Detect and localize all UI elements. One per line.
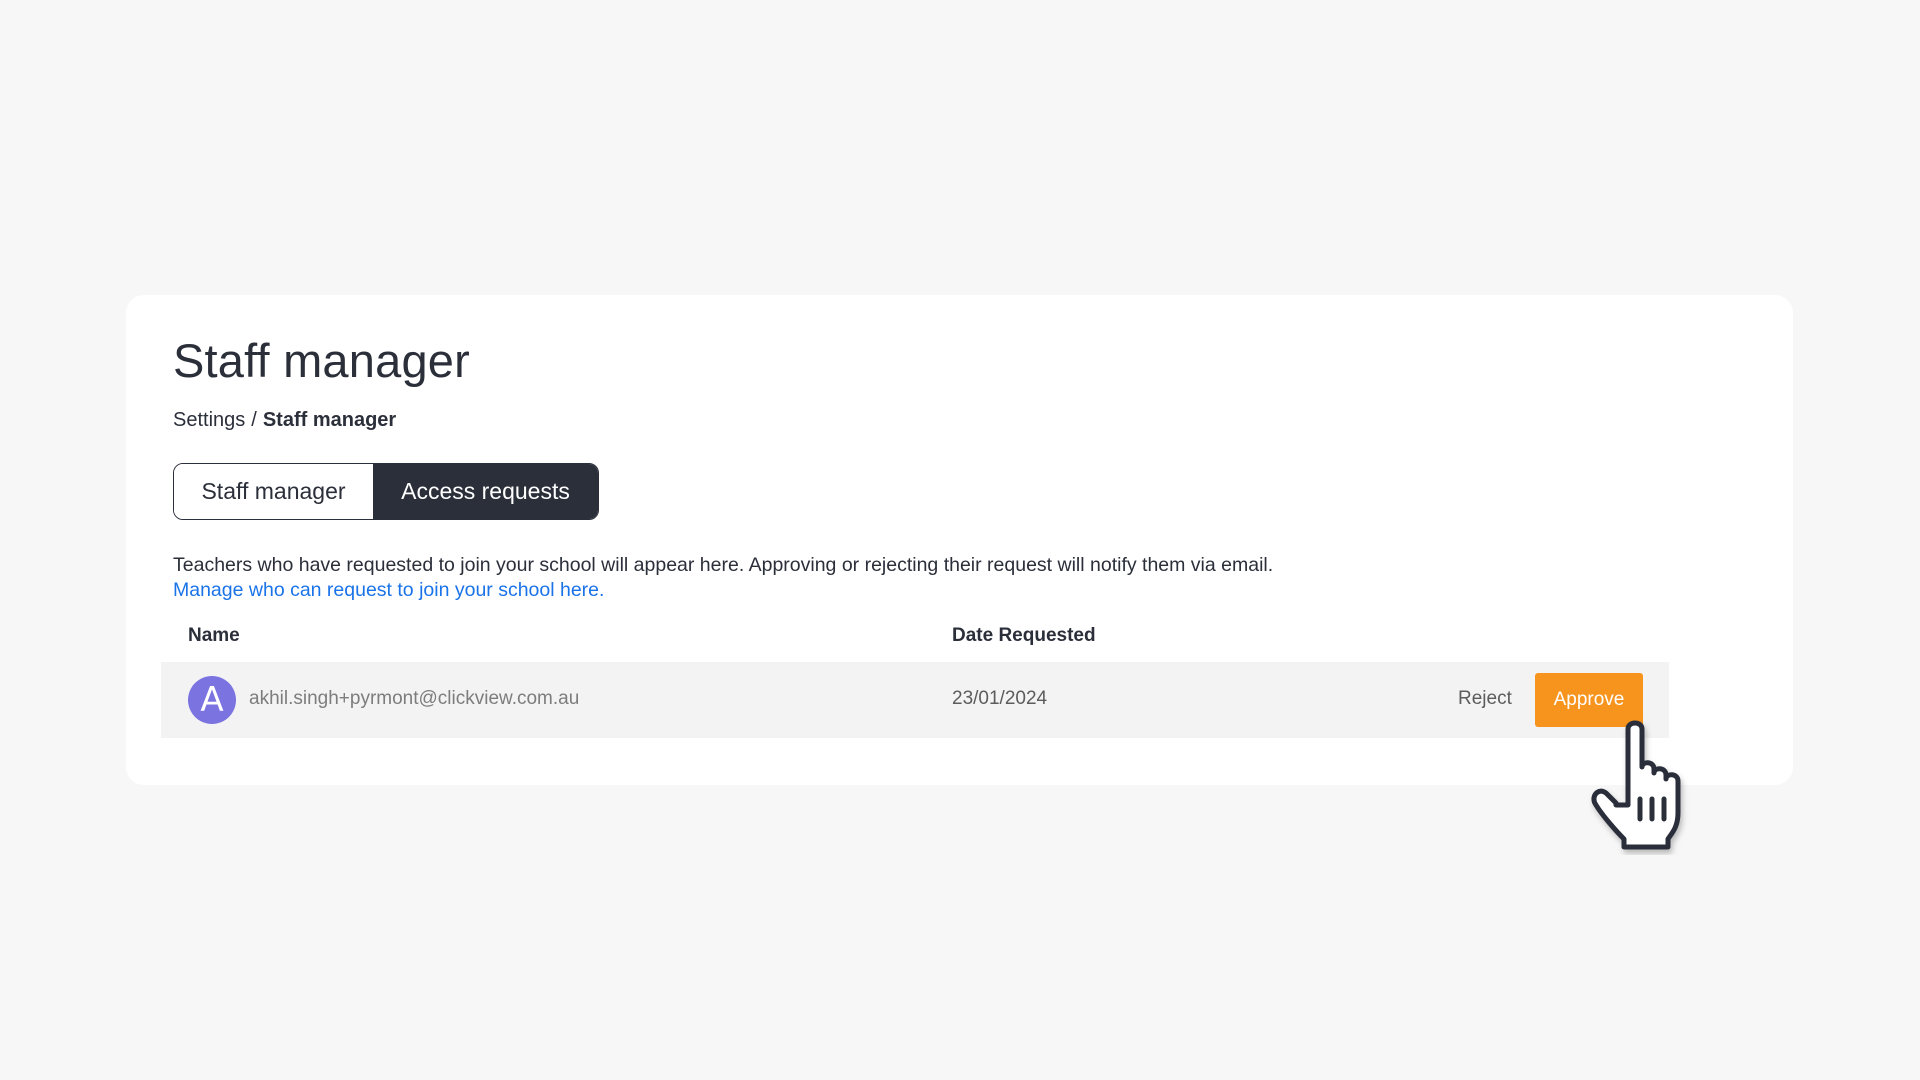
tab-staff-manager[interactable]: Staff manager — [174, 464, 373, 519]
breadcrumb-current: Staff manager — [262, 409, 397, 431]
hand-pointer-icon — [1591, 720, 1681, 850]
tab-access-requests[interactable]: Access requests — [373, 464, 598, 519]
column-header-name: Name — [188, 625, 240, 646]
column-header-date-requested: Date Requested — [952, 625, 1096, 646]
breadcrumb-separator: / — [251, 409, 257, 431]
description-text: Teachers who have requested to join your… — [173, 554, 1274, 576]
requester-email: akhil.singh+pyrmont@clickview.com.au — [249, 688, 580, 709]
tab-group: Staff manager Access requests — [173, 463, 599, 520]
reject-button[interactable]: Reject — [1458, 688, 1512, 710]
description: Teachers who have requested to join your… — [173, 553, 1273, 603]
page-title: Staff manager — [173, 334, 470, 387]
date-requested: 23/01/2024 — [952, 688, 1048, 709]
avatar: A — [188, 676, 236, 724]
manage-requests-link[interactable]: Manage who can request to join your scho… — [173, 578, 1273, 603]
table-row: A akhil.singh+pyrmont@clickview.com.au 2… — [161, 662, 1669, 738]
staff-manager-card: Staff manager Settings / Staff manager Sta… — [126, 295, 1793, 785]
breadcrumb: Settings / Staff manager — [173, 409, 396, 432]
breadcrumb-settings[interactable]: Settings — [173, 409, 245, 431]
